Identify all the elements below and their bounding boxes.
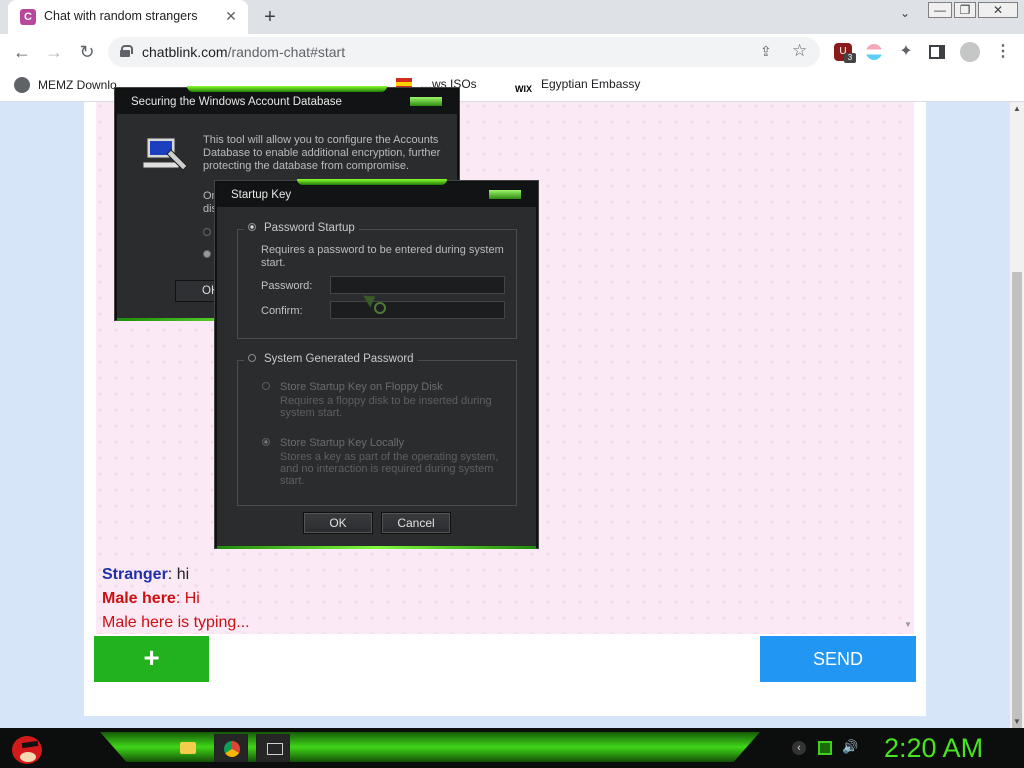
bookmark-egyptian-embassy[interactable]: WIX Egyptian Embassy [515, 77, 640, 97]
system-generated-radio[interactable] [248, 354, 256, 362]
minimize-button[interactable]: — [928, 2, 952, 18]
confirm-label: Confirm: [261, 305, 303, 317]
remote-desktop-icon[interactable] [256, 734, 290, 762]
extension-circle-icon[interactable] [866, 44, 882, 60]
back-button[interactable]: ← [10, 40, 34, 64]
confirm-password-field[interactable] [330, 301, 505, 319]
site-favicon-icon: C [20, 9, 36, 25]
tab-search-chevron-icon[interactable]: ⌄ [895, 6, 915, 26]
dialog-bottom-glow [217, 546, 536, 549]
url-path: /random-chat#start [227, 44, 346, 60]
busy-cursor-icon [374, 302, 386, 314]
dialog-close-button[interactable] [488, 189, 522, 200]
browser-tab[interactable]: C Chat with random strangers ✕ [8, 0, 248, 34]
browser-toolbar: ← → ↻ chatblink.com/random-chat#start ⇪ … [0, 34, 1024, 70]
local-option[interactable]: Store Startup Key Locally Stores a key a… [262, 437, 498, 487]
password-startup-option[interactable]: Password Startup [244, 222, 359, 234]
option-radio[interactable] [203, 228, 211, 236]
globe-icon [14, 77, 30, 93]
reload-button[interactable]: ↻ [75, 40, 99, 64]
message-text: : Hi [175, 590, 200, 607]
dialog-titlebar[interactable]: Startup Key [217, 179, 536, 207]
tab-close-icon[interactable]: ✕ [222, 7, 240, 25]
option-description: Requires a password to be entered during… [261, 244, 504, 269]
password-startup-radio[interactable] [248, 223, 256, 231]
password-startup-group: Password Startup Requires a password to … [237, 222, 517, 339]
message-sender: Male here [102, 590, 176, 607]
bookmark-label: Egyptian Embassy [541, 77, 641, 91]
local-radio[interactable] [262, 438, 270, 446]
chat-scroll-down-icon[interactable]: ▼ [904, 620, 912, 629]
startup-key-dialog: Startup Key Password Startup Requires a … [215, 179, 538, 549]
share-icon[interactable]: ⇪ [760, 43, 772, 60]
side-panel-icon[interactable] [929, 45, 945, 59]
tray-overflow-icon[interactable]: ‹ [792, 741, 806, 755]
tab-strip: C Chat with random strangers ✕ + ⌄ — ❐ ✕ [0, 0, 1024, 34]
network-icon[interactable] [818, 741, 832, 755]
message-text: : hi [167, 566, 190, 583]
extension-badge: 3 [844, 53, 856, 63]
url-domain: chatblink.com [142, 44, 228, 60]
chat-message: Stranger: hi [102, 566, 189, 584]
scroll-up-arrow-icon[interactable]: ▲ [1013, 104, 1021, 113]
chat-message: Male here: Hi [102, 590, 200, 608]
password-field[interactable] [330, 276, 505, 294]
taskbar: ‹ 🔊 2:20 AM [0, 728, 1024, 768]
ok-button[interactable]: OK [303, 512, 373, 534]
option-description: Requires a floppy disk to be inserted du… [280, 395, 492, 419]
ublock-shield-icon[interactable]: U3 [834, 43, 856, 63]
taskbar-clock[interactable]: 2:20 AM [884, 733, 983, 764]
cancel-button[interactable]: Cancel [381, 512, 451, 534]
message-sender: Stranger [102, 566, 168, 583]
option-label: Store Startup Key Locally [280, 437, 405, 449]
titlebar-glow [297, 179, 447, 185]
scrollbar-thumb[interactable] [1012, 272, 1022, 746]
option-label: System Generated Password [264, 353, 414, 365]
send-button[interactable]: SEND [760, 636, 916, 682]
start-button-bird-icon[interactable] [8, 730, 46, 766]
password-label: Password: [261, 280, 313, 292]
typing-indicator: Male here is typing... [102, 614, 250, 631]
option-label: Password Startup [264, 222, 355, 234]
profile-avatar-icon[interactable] [960, 42, 980, 62]
maximize-button[interactable]: ❐ [954, 2, 976, 18]
new-tab-button[interactable]: + [258, 5, 282, 29]
message-input[interactable] [209, 636, 760, 682]
extensions-puzzle-icon[interactable]: ✦ [897, 43, 915, 61]
dialog-intro-text: This tool will allow you to configure th… [203, 134, 441, 172]
page-scrollbar[interactable]: ▲ ▼ [1010, 102, 1024, 746]
system-generated-group: System Generated Password Store Startup … [237, 353, 517, 506]
option-description: Stores a key as part of the operating sy… [280, 451, 499, 487]
dialog-title: Securing the Windows Account Database [131, 96, 342, 108]
add-attachment-button[interactable]: + [94, 636, 209, 682]
dialog-titlebar[interactable]: Securing the Windows Account Database [117, 86, 457, 114]
system-generated-option[interactable]: System Generated Password [244, 353, 418, 365]
address-bar[interactable]: chatblink.com/random-chat#start ⇪ ☆ [108, 37, 820, 67]
tab-title: Chat with random strangers [44, 9, 198, 23]
scroll-down-arrow-icon[interactable]: ▼ [1013, 717, 1021, 726]
floppy-radio[interactable] [262, 382, 270, 390]
forward-button[interactable]: → [42, 40, 66, 64]
dialog-title: Startup Key [231, 189, 292, 201]
bookmark-star-icon[interactable]: ☆ [792, 41, 807, 61]
floppy-option[interactable]: Store Startup Key on Floppy Disk Require… [262, 381, 492, 419]
computer-key-icon [142, 137, 188, 171]
volume-icon[interactable]: 🔊 [842, 739, 858, 754]
lock-icon[interactable] [120, 45, 133, 57]
option-radio-selected[interactable] [203, 250, 211, 258]
dialog-close-button[interactable] [409, 96, 443, 107]
option-label: Store Startup Key on Floppy Disk [280, 381, 443, 393]
bird-belly [20, 752, 36, 762]
titlebar-glow [187, 86, 387, 92]
browser-menu-icon[interactable]: ⋮ [994, 43, 1012, 61]
chrome-icon[interactable] [214, 734, 248, 762]
wix-icon: WIX [515, 84, 532, 94]
window-close-button[interactable]: ✕ [978, 2, 1018, 18]
bookmark-memz[interactable]: MEMZ Downlo… [14, 77, 129, 93]
file-explorer-icon[interactable] [170, 734, 204, 762]
url-text[interactable]: chatblink.com/random-chat#start [142, 44, 345, 60]
